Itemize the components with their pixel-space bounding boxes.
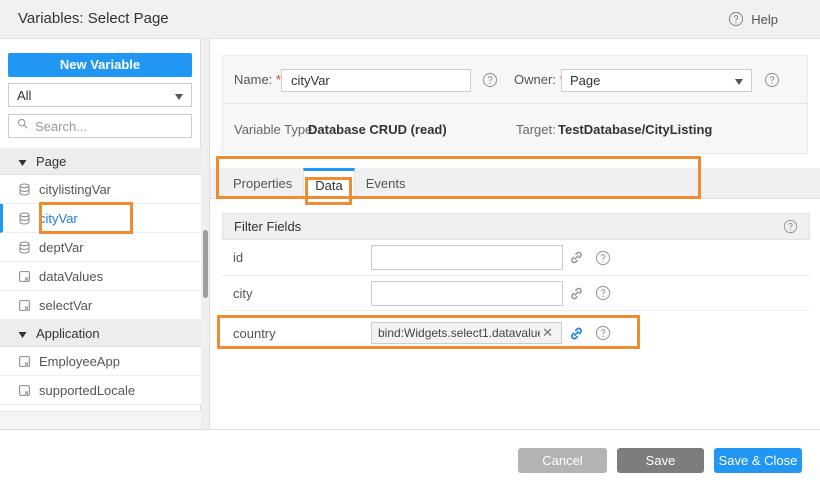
variable-filter-select[interactable]: All <box>8 83 192 107</box>
filter-row-id: id <box>222 240 810 276</box>
bound-expression: bind:Widgets.select1.datavalue <box>378 326 540 340</box>
sidebar-item-citylistingVar[interactable]: citylistingVar <box>0 175 201 204</box>
new-variable-button[interactable]: New Variable <box>8 53 192 77</box>
name-input[interactable] <box>281 69 471 92</box>
field-label: id <box>233 250 243 265</box>
model-variable-icon <box>18 270 31 283</box>
owner-label: Owner: * <box>514 72 565 87</box>
variables-sidebar: New Variable All Page citylistingVar cit… <box>0 39 201 429</box>
target-value: TestDatabase/CityListing <box>558 122 712 137</box>
owner-help-icon[interactable] <box>764 72 780 88</box>
cancel-button[interactable]: Cancel <box>518 448 607 473</box>
sidebar-item-label: EmployeeApp <box>39 354 120 369</box>
variable-meta-row: Variable Type: Database CRUD (read) Targ… <box>223 104 807 153</box>
help-link[interactable]: Help <box>728 0 778 38</box>
database-icon <box>18 212 31 225</box>
owner-select-value: Page <box>570 73 735 88</box>
filter-row-city: city <box>222 276 810 311</box>
search-input[interactable] <box>35 119 184 134</box>
collapse-caret-icon <box>18 154 27 169</box>
detail-tabs: Properties Data Events <box>210 168 820 199</box>
help-circle-icon <box>728 11 744 27</box>
caret-down-icon <box>735 73 743 88</box>
help-label: Help <box>751 12 778 27</box>
filter-row-country: country bind:Widgets.select1.datavalue ✕ <box>222 311 810 355</box>
tab-events[interactable]: Events <box>355 168 417 198</box>
owner-select[interactable]: Page <box>561 69 752 92</box>
filter-fields-help-icon[interactable] <box>783 219 798 234</box>
filter-fields-rows: id city country bind:Widgets.select1.dat… <box>222 240 810 355</box>
id-field-input[interactable] <box>371 245 563 270</box>
tab-data[interactable]: Data <box>303 168 354 200</box>
variables-dialog: Variables: Select Page Help New Variable… <box>0 0 820 487</box>
variable-form-panel: Name: * Owner: * Page Variable Type: Dat… <box>222 55 808 154</box>
clear-binding-icon[interactable]: ✕ <box>540 325 555 341</box>
sidebar-bottom-strip <box>0 411 201 429</box>
sidebar-item-label: selectVar <box>39 298 92 313</box>
sidebar-item-selectVar[interactable]: selectVar <box>0 291 201 320</box>
sidebar-item-cityVar[interactable]: cityVar <box>0 204 201 233</box>
sidebar-item-label: deptVar <box>39 240 84 255</box>
section-label: Application <box>36 326 100 341</box>
field-help-icon[interactable] <box>595 285 611 301</box>
city-field-input[interactable] <box>371 281 563 306</box>
section-label: Page <box>36 154 66 169</box>
name-label: Name: * <box>234 72 281 87</box>
filter-fields-header: Filter Fields <box>222 213 810 240</box>
name-owner-row: Name: * Owner: * Page <box>223 56 807 104</box>
caret-down-icon <box>175 88 183 103</box>
sidebar-item-label: cityVar <box>39 211 78 226</box>
sidebar-item-label: citylistingVar <box>39 182 111 197</box>
database-icon <box>18 241 31 254</box>
collapse-caret-icon <box>18 326 27 341</box>
save-and-close-button[interactable]: Save & Close <box>714 448 802 473</box>
sidebar-item-dataValues[interactable]: dataValues <box>0 262 201 291</box>
bind-link-icon[interactable] <box>569 286 584 301</box>
field-label: city <box>233 286 253 301</box>
sidebar-item-deptVar[interactable]: deptVar <box>0 233 201 262</box>
section-header-application[interactable]: Application <box>0 320 201 347</box>
bind-link-icon[interactable] <box>569 250 584 265</box>
name-help-icon[interactable] <box>482 72 498 88</box>
variable-filter-value: All <box>17 88 175 103</box>
dialog-footer: Cancel Save Save & Close <box>0 429 820 487</box>
search-icon <box>16 117 29 135</box>
section-header-page[interactable]: Page <box>0 148 201 175</box>
variable-type-label: Variable Type: <box>234 122 316 137</box>
field-label: country <box>233 326 276 341</box>
save-button[interactable]: Save <box>617 448 704 473</box>
model-variable-icon <box>18 355 31 368</box>
variable-type-value: Database CRUD (read) <box>308 122 447 137</box>
filter-fields-title: Filter Fields <box>234 219 301 234</box>
field-help-icon[interactable] <box>595 325 611 341</box>
model-variable-icon <box>18 384 31 397</box>
search-box <box>8 114 192 138</box>
tab-properties[interactable]: Properties <box>222 168 303 198</box>
model-variable-icon <box>18 299 31 312</box>
sidebar-item-label: dataValues <box>39 269 103 284</box>
bind-link-icon-active[interactable] <box>569 326 584 341</box>
sidebar-item-EmployeeApp[interactable]: EmployeeApp <box>0 347 201 376</box>
country-field-bound-input[interactable]: bind:Widgets.select1.datavalue ✕ <box>371 322 562 344</box>
variable-detail-panel: Name: * Owner: * Page Variable Type: Dat… <box>210 39 820 429</box>
target-label: Target: <box>516 122 556 137</box>
variable-list: Page citylistingVar cityVar deptVar data… <box>0 148 201 405</box>
field-help-icon[interactable] <box>595 250 611 266</box>
sidebar-item-label: supportedLocale <box>39 383 135 398</box>
database-icon <box>18 183 31 196</box>
sidebar-scrollbar-thumb[interactable] <box>203 230 208 298</box>
page-title: Variables: Select Page <box>18 0 169 38</box>
sidebar-item-supportedLocale[interactable]: supportedLocale <box>0 376 201 405</box>
dialog-header: Variables: Select Page Help <box>0 0 820 39</box>
